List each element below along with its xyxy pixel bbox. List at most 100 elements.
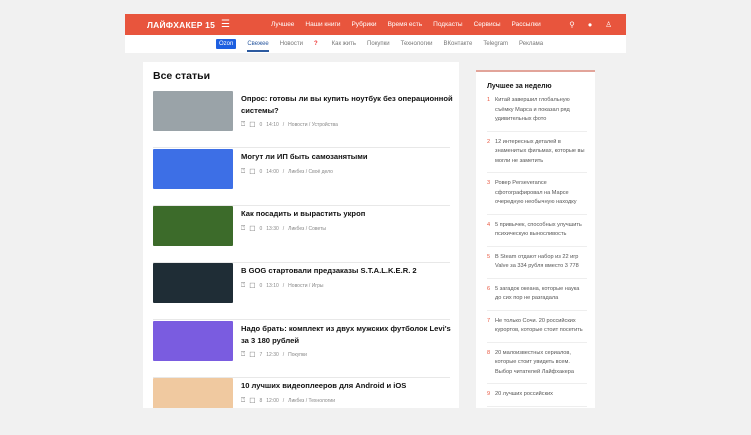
article-item[interactable]: Как посадить и вырастить укроп ⍞ ☐ 0 13:30/… bbox=[153, 206, 450, 263]
top-article-item[interactable]: 8 20 малоизвестных сериалов, которые стои… bbox=[487, 343, 587, 384]
comment-count: 0 bbox=[259, 226, 263, 232]
top-article-title[interactable]: 5 привычек, способных улучшить психическ… bbox=[495, 221, 587, 240]
best-of-week-sidebar: Лучшее за неделю 1 Китай завершил глобаль… bbox=[476, 70, 595, 410]
top-article-item[interactable]: 5 В Steam отдают набор из 22 игр Valve за… bbox=[487, 247, 587, 279]
article-title[interactable]: Опрос: готовы ли вы купить ноутбук без о… bbox=[241, 93, 453, 117]
top-article-item[interactable]: 4 5 привычек, способных улучшить психичес… bbox=[487, 215, 587, 247]
article-time: 14:00 bbox=[266, 169, 279, 175]
article-thumbnail[interactable] bbox=[153, 91, 233, 131]
nav-item[interactable]: Сервисы bbox=[474, 21, 501, 28]
subnav-item[interactable]: Свежее bbox=[247, 37, 269, 52]
article-item[interactable]: Могут ли ИП быть самозанятыми ⍞ ☐ 0 14:00/Л… bbox=[153, 149, 450, 206]
rank-number: 6 bbox=[487, 285, 491, 292]
comment-icon[interactable]: ☐ bbox=[249, 351, 255, 359]
articles-panel: Все статьи Опрос: готовы ли вы купить но… bbox=[143, 62, 459, 418]
nav-item[interactable]: Подкасты bbox=[433, 21, 462, 28]
comment-icon[interactable]: ☐ bbox=[249, 225, 255, 233]
top-article-title[interactable]: Не только Сочи. 20 российских курортов, … bbox=[495, 317, 587, 336]
comment-icon[interactable]: ☐ bbox=[249, 168, 255, 176]
article-time: 13:10 bbox=[266, 283, 279, 289]
article-thumbnail[interactable] bbox=[153, 149, 233, 189]
comment-icon[interactable]: ☐ bbox=[249, 282, 255, 290]
top-article-title[interactable]: 20 лучших российских bbox=[495, 390, 553, 400]
top-article-item[interactable]: 9 20 лучших российских bbox=[487, 384, 587, 407]
article-category[interactable]: Покупки bbox=[288, 352, 307, 358]
bottom-bar bbox=[0, 408, 751, 422]
sidebar-title: Лучшее за неделю bbox=[487, 83, 552, 90]
question-icon: ? bbox=[314, 41, 318, 47]
top-article-item[interactable]: 2 12 интересных деталей в знаменитых филь… bbox=[487, 132, 587, 173]
article-item[interactable]: 10 лучших видеоплееров для Android и iOS… bbox=[153, 378, 450, 435]
article-category[interactable]: Ликбез / Своё дело bbox=[288, 169, 333, 175]
bookmark-icon[interactable]: ⍞ bbox=[241, 121, 245, 129]
article-category[interactable]: Новости / Устройства bbox=[288, 122, 338, 128]
comment-count: 0 bbox=[259, 283, 263, 289]
article-time: 14:10 bbox=[266, 122, 279, 128]
article-category[interactable]: Ликбез / Советы bbox=[288, 226, 326, 232]
rank-number: 7 bbox=[487, 317, 491, 324]
rank-number: 9 bbox=[487, 391, 491, 397]
subnav-item[interactable]: Реклама bbox=[519, 41, 543, 47]
subnav-item[interactable]: Telegram bbox=[483, 41, 508, 47]
article-title[interactable]: 10 лучших видеоплееров для Android и iOS bbox=[241, 380, 453, 392]
top-article-item[interactable]: 7 Не только Сочи. 20 российских курортов,… bbox=[487, 311, 587, 343]
nav-item[interactable]: Время есть bbox=[388, 21, 423, 28]
top-article-title[interactable]: 20 малоизвестных сериалов, которые стоит… bbox=[495, 349, 587, 378]
article-title[interactable]: Как посадить и вырастить укроп bbox=[241, 208, 453, 220]
subnav-item[interactable]: Новости bbox=[280, 41, 303, 47]
article-thumbnail[interactable] bbox=[153, 206, 233, 246]
sub-nav: Ozon Свежее Новости? Как жить Покупки Технол… bbox=[125, 35, 626, 53]
article-title[interactable]: Могут ли ИП быть самозанятыми bbox=[241, 151, 453, 163]
nav-item[interactable]: Наши книги bbox=[305, 21, 340, 28]
article-time: 13:30 bbox=[266, 226, 279, 232]
nav-item[interactable]: Рассылки bbox=[512, 21, 541, 28]
top-article-title[interactable]: В Steam отдают набор из 22 игр Valve за … bbox=[495, 253, 587, 272]
subnav-item[interactable]: Технологии bbox=[401, 41, 433, 47]
comment-count: 0 bbox=[259, 122, 263, 128]
top-article-title[interactable]: Китай завершил глобальную съёмку Марса и… bbox=[495, 96, 587, 125]
top-article-title[interactable]: 5 загадок океана, которые наука до сих п… bbox=[495, 285, 587, 304]
top-article-item[interactable]: 3 Ровер Perseverance сфотографировал на М… bbox=[487, 173, 587, 215]
subnav-item[interactable]: ВКонтакте bbox=[443, 41, 472, 47]
nav-item[interactable]: Рубрики bbox=[351, 21, 376, 28]
rank-number: 4 bbox=[487, 221, 491, 228]
comment-icon[interactable]: ☐ bbox=[249, 121, 255, 129]
article-thumbnail[interactable] bbox=[153, 321, 233, 361]
article-item[interactable]: В GOG стартовали предзаказы S.T.A.L.K.E.… bbox=[153, 263, 450, 320]
bookmark-icon[interactable]: ⍞ bbox=[241, 351, 245, 359]
article-title[interactable]: В GOG стартовали предзаказы S.T.A.L.K.E.… bbox=[241, 265, 453, 277]
top-article-item[interactable]: 1 Китай завершил глобальную съёмку Марса … bbox=[487, 90, 587, 132]
menu-icon[interactable]: ☰ bbox=[221, 19, 230, 30]
top-article-title[interactable]: 12 интересных деталей в знаменитых фильм… bbox=[495, 138, 587, 167]
logo[interactable]: ЛАЙФХАКЕР 15 bbox=[147, 20, 215, 30]
user-icon[interactable]: ♙ bbox=[605, 20, 612, 29]
comment-count: 7 bbox=[259, 352, 263, 358]
rank-number: 5 bbox=[487, 253, 491, 260]
comment-count: 0 bbox=[259, 169, 263, 175]
ozon-link[interactable]: Ozon bbox=[216, 39, 237, 49]
bell-icon[interactable]: ● bbox=[588, 20, 593, 29]
rank-number: 8 bbox=[487, 349, 491, 356]
article-category[interactable]: Ликбез / Технологии bbox=[288, 398, 335, 404]
comment-icon[interactable]: ☐ bbox=[249, 397, 255, 405]
article-title[interactable]: Надо брать: комплект из двух мужских фут… bbox=[241, 323, 453, 347]
article-thumbnail[interactable] bbox=[153, 263, 233, 303]
article-item[interactable]: Надо брать: комплект из двух мужских фут… bbox=[153, 321, 453, 378]
search-icon[interactable]: ⚲ bbox=[569, 20, 575, 29]
top-article-item[interactable]: 6 5 загадок океана, которые наука до сих … bbox=[487, 279, 587, 311]
bookmark-icon[interactable]: ⍞ bbox=[241, 397, 245, 405]
top-article-title[interactable]: Ровер Perseverance сфотографировал на Ма… bbox=[495, 179, 587, 208]
nav-item[interactable]: Лучшее bbox=[271, 21, 294, 28]
subnav-item[interactable]: Как жить bbox=[332, 41, 356, 47]
article-item[interactable]: Опрос: готовы ли вы купить ноутбук без о… bbox=[153, 91, 453, 148]
main-nav: Лучшее Наши книги Рубрики Время есть Подкаст… bbox=[271, 21, 541, 28]
article-time: 12:00 bbox=[266, 398, 279, 404]
article-category[interactable]: Новости / Игры bbox=[288, 283, 323, 289]
bookmark-icon[interactable]: ⍞ bbox=[241, 168, 245, 176]
comment-count: 8 bbox=[259, 398, 263, 404]
subnav-item[interactable]: Покупки bbox=[367, 41, 390, 47]
site-header: ЛАЙФХАКЕР 15 ☰ Лучшее Наши книги Рубрики Вр… bbox=[125, 14, 626, 35]
bookmark-icon[interactable]: ⍞ bbox=[241, 282, 245, 290]
rank-number: 3 bbox=[487, 180, 491, 186]
bookmark-icon[interactable]: ⍞ bbox=[241, 225, 245, 233]
